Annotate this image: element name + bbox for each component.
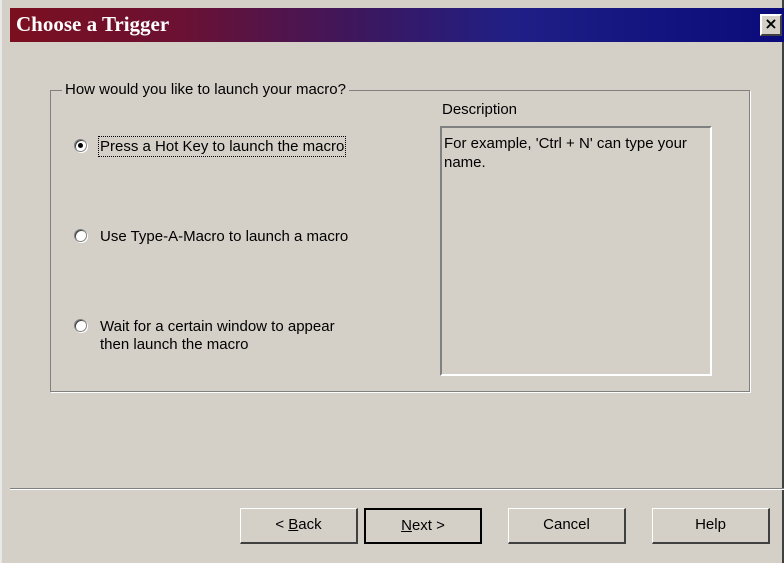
- description-text: For example, 'Ctrl + N' can type your na…: [444, 135, 687, 171]
- option-wait-window-label[interactable]: Wait for a certain window to appear then…: [100, 318, 420, 354]
- dialog-window: Choose a Trigger × How would you like to…: [0, 0, 784, 563]
- close-icon: ×: [764, 14, 778, 33]
- back-button[interactable]: < Back: [240, 508, 358, 544]
- window-title: Choose a Trigger: [16, 12, 170, 36]
- radio-hot-key[interactable]: [74, 139, 87, 152]
- button-separator: [10, 488, 784, 490]
- next-button[interactable]: Next >: [364, 508, 482, 544]
- radio-type-a-macro[interactable]: [74, 229, 87, 242]
- option-type-a-macro-label[interactable]: Use Type-A-Macro to launch a macro: [100, 228, 420, 246]
- title-bar[interactable]: Choose a Trigger ×: [10, 8, 784, 42]
- group-legend: How would you like to launch your macro?: [62, 81, 349, 98]
- cancel-button[interactable]: Cancel: [508, 508, 626, 544]
- description-label: Description: [442, 101, 518, 118]
- description-box: For example, 'Ctrl + N' can type your na…: [440, 126, 712, 376]
- option-hot-key-label[interactable]: Press a Hot Key to launch the macro: [97, 136, 420, 157]
- help-button[interactable]: Help: [652, 508, 770, 544]
- close-button[interactable]: ×: [760, 14, 782, 36]
- radio-selected-dot: [78, 143, 83, 148]
- radio-wait-window[interactable]: [74, 319, 87, 332]
